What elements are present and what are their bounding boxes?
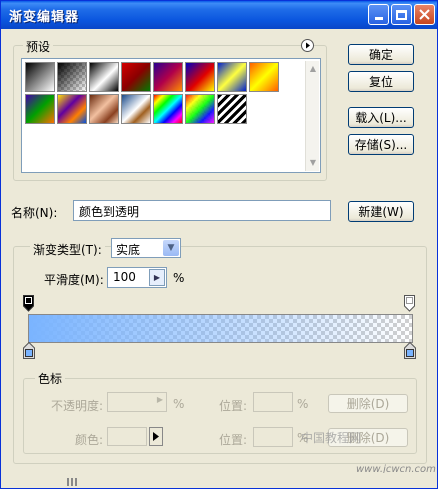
window-title: 渐变编辑器 — [9, 10, 80, 25]
scroll-down-icon[interactable]: ▼ — [306, 157, 320, 169]
close-icon — [419, 9, 430, 20]
location-label-2: 位置: — [219, 433, 248, 447]
preset-swatch[interactable] — [185, 94, 215, 124]
preset-swatch[interactable] — [185, 62, 215, 92]
maximize-button[interactable] — [391, 4, 412, 25]
preset-swatch[interactable] — [25, 62, 55, 92]
delete-opacity-stop-button[interactable]: 删除(D) — [328, 394, 408, 413]
location-unit-1: % — [297, 397, 309, 411]
smoothness-label: 平滑度(M): — [44, 273, 104, 287]
resize-grip[interactable] — [67, 478, 77, 486]
scroll-up-icon[interactable]: ▲ — [306, 63, 320, 75]
preset-swatch[interactable] — [89, 62, 119, 92]
name-label: 名称(N): — [11, 206, 58, 220]
minimize-button[interactable] — [368, 4, 389, 25]
preset-swatch[interactable] — [217, 62, 247, 92]
gradient-type-value: 实底 — [116, 243, 141, 257]
minimize-icon — [374, 17, 383, 20]
triangle-right-icon — [306, 42, 310, 49]
name-input[interactable]: 颜色到透明 — [73, 200, 331, 221]
preset-swatch[interactable] — [121, 62, 151, 92]
preset-swatch[interactable] — [57, 94, 87, 124]
load-button-label: 载入(L)... — [355, 111, 407, 125]
triangle-right-icon — [153, 432, 159, 441]
color-label: 颜色: — [75, 433, 104, 447]
presets-scrollbar[interactable]: ▲ ▼ — [305, 61, 319, 171]
smoothness-arrow-button[interactable]: ▶ — [149, 269, 165, 286]
smoothness-value: 100 — [113, 270, 136, 284]
reset-button[interactable]: 复位 — [348, 71, 414, 92]
opacity-input[interactable]: ▶ — [107, 392, 167, 412]
preset-swatch[interactable] — [217, 94, 247, 124]
color-menu-button[interactable] — [149, 427, 163, 446]
location-label-1: 位置: — [219, 399, 248, 413]
gradient-type-label: 渐变类型(T): — [30, 241, 105, 258]
color-swatch[interactable] — [107, 427, 147, 446]
delete-button-label-1: 删除(D) — [346, 397, 390, 411]
opacity-arrow-icon[interactable]: ▶ — [157, 395, 163, 404]
smoothness-input[interactable]: 100 ▶ — [107, 267, 167, 288]
gradient-type-select[interactable]: 实底 ▼ — [111, 238, 181, 258]
title-bar[interactable]: 渐变编辑器 — [1, 1, 437, 29]
presets-panel — [21, 58, 321, 173]
ok-button-label: 确定 — [368, 48, 393, 62]
stops-label: 色标 — [35, 370, 66, 387]
ok-button[interactable]: 确定 — [348, 44, 414, 65]
save-button[interactable]: 存储(S)... — [348, 134, 414, 155]
opacity-unit: % — [173, 397, 185, 411]
preset-swatch[interactable] — [89, 94, 119, 124]
close-button[interactable] — [414, 4, 435, 25]
gradient-editor-window: 渐变编辑器 预设 ▲ ▼ 确定 复位 载入(L)... 存储(S)... 名称(… — [0, 0, 438, 489]
load-button[interactable]: 载入(L)... — [348, 107, 414, 128]
preset-swatch[interactable] — [153, 62, 183, 92]
location-input-2[interactable] — [253, 427, 293, 447]
smoothness-unit: % — [173, 271, 185, 285]
new-button[interactable]: 新建(W) — [348, 201, 414, 222]
opacity-stop-left[interactable] — [23, 295, 34, 312]
save-button-label: 存储(S)... — [354, 138, 408, 152]
location-input-1[interactable] — [253, 392, 293, 412]
opacity-stop-right[interactable] — [404, 295, 415, 312]
reset-button-label: 复位 — [368, 75, 393, 89]
opacity-label: 不透明度: — [51, 399, 104, 413]
watermark-text: 中国教程网 — [301, 431, 362, 445]
chevron-down-icon: ▼ — [163, 240, 179, 256]
color-stop-right[interactable] — [404, 341, 416, 359]
preset-swatch[interactable] — [153, 94, 183, 124]
maximize-icon — [396, 9, 407, 20]
preset-swatch[interactable] — [249, 62, 279, 92]
preset-swatch[interactable] — [57, 62, 87, 92]
presets-label: 预设 — [23, 38, 54, 55]
gradient-preview-bar[interactable] — [28, 314, 413, 343]
preset-swatch[interactable] — [121, 94, 151, 124]
preset-swatch[interactable] — [25, 94, 55, 124]
new-button-label: 新建(W) — [358, 205, 404, 219]
color-stop-left[interactable] — [23, 341, 35, 359]
presets-menu-button[interactable] — [301, 39, 314, 52]
